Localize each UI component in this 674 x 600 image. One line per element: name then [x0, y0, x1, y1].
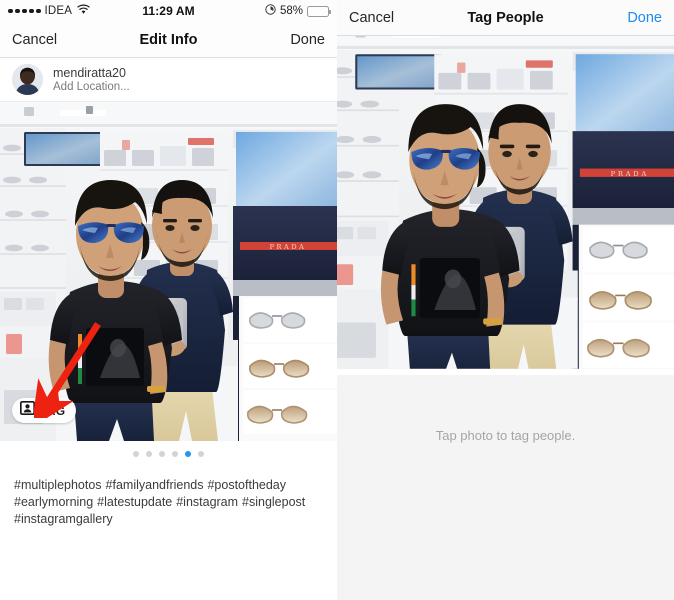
add-location-field[interactable]: Add Location...	[53, 81, 130, 93]
post-photo-image	[0, 102, 337, 441]
tap-photo-hint: Tap photo to tag people.	[435, 427, 576, 443]
caption-text[interactable]: #multiplephotos #familyandfriends #posto…	[0, 467, 337, 528]
battery-icon	[307, 5, 332, 17]
carousel-dot[interactable]	[146, 451, 152, 457]
wifi-icon	[77, 4, 90, 18]
user-texts: mendiratta20 Add Location...	[53, 66, 130, 93]
dual-screenshot-container: IDEA 11:29 AM 58% Cancel Edit Info Done …	[0, 0, 674, 600]
carrier-label: IDEA	[44, 5, 73, 17]
tap-hint-zone: Tap photo to tag people.	[337, 375, 674, 495]
post-photo[interactable]: TAG	[0, 102, 337, 441]
status-bar: IDEA 11:29 AM 58%	[0, 0, 337, 22]
carousel-dot[interactable]	[133, 451, 139, 457]
carousel-dot-active[interactable]	[185, 451, 191, 457]
taggable-photo-image	[337, 36, 674, 375]
edit-info-nav-bar: Cancel Edit Info Done	[0, 22, 337, 58]
tag-people-nav-bar: Cancel Tag People Done	[337, 0, 674, 36]
carousel-dot[interactable]	[159, 451, 165, 457]
done-button[interactable]: Done	[290, 32, 325, 48]
tag-people-screen: Cancel Tag People Done Tap photo to tag …	[337, 0, 674, 600]
username-label[interactable]: mendiratta20	[53, 66, 130, 80]
carousel-dot[interactable]	[198, 451, 204, 457]
tag-button-label: TAG	[40, 403, 66, 418]
battery-percentage: 58%	[279, 5, 304, 17]
cancel-button[interactable]: Cancel	[12, 32, 57, 48]
signal-strength-icon	[8, 8, 41, 14]
cancel-button[interactable]: Cancel	[349, 10, 394, 26]
status-bar-right: 58%	[195, 4, 332, 18]
low-power-icon	[265, 4, 276, 18]
status-bar-clock: 11:29 AM	[142, 4, 195, 18]
done-button[interactable]: Done	[627, 10, 662, 26]
status-bar-left: IDEA	[8, 4, 142, 18]
tag-people-button[interactable]: TAG	[12, 398, 77, 423]
tag-person-icon	[19, 400, 36, 420]
user-info-row: mendiratta20 Add Location...	[0, 58, 337, 102]
taggable-photo[interactable]	[337, 36, 674, 375]
carousel-dot[interactable]	[172, 451, 178, 457]
edit-info-screen: IDEA 11:29 AM 58% Cancel Edit Info Done …	[0, 0, 337, 600]
avatar[interactable]	[12, 64, 43, 95]
carousel-dots	[0, 441, 337, 467]
